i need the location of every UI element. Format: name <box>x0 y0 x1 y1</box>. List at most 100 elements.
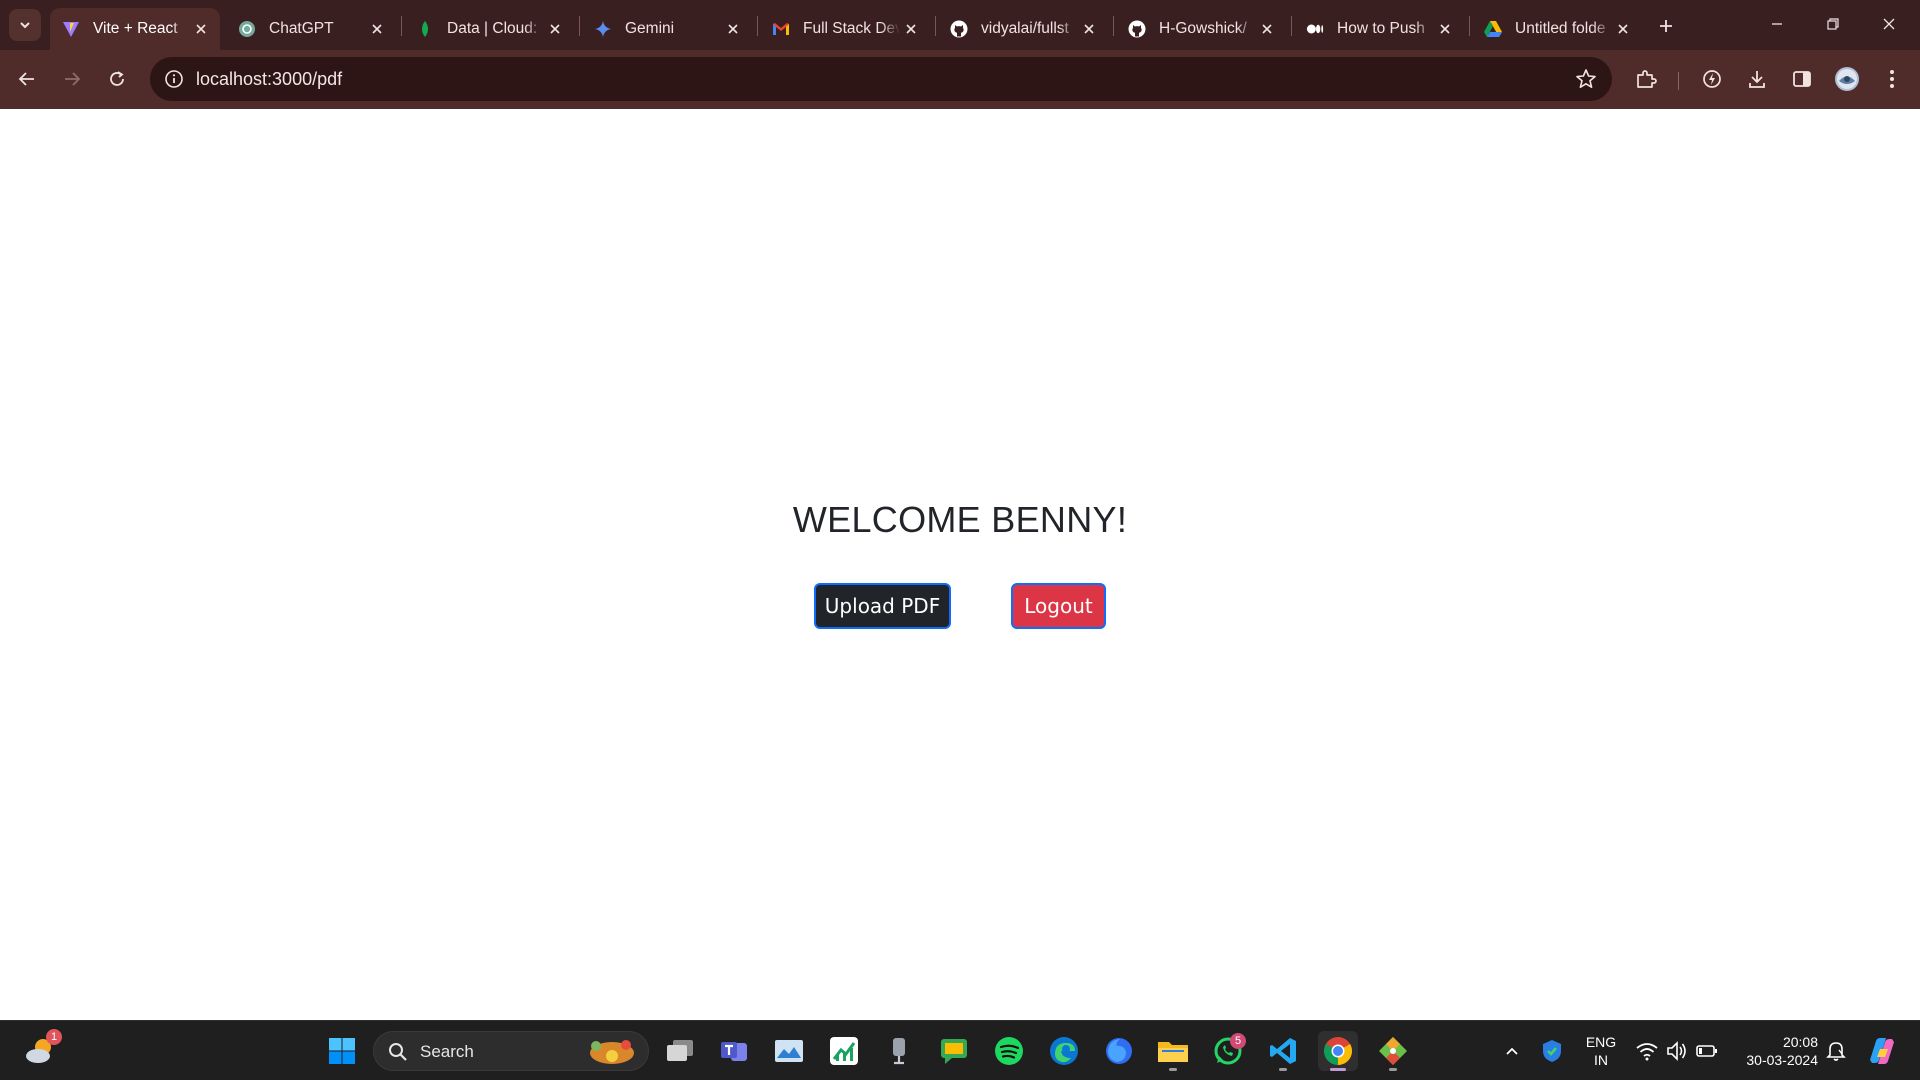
bell-icon <box>1826 1042 1846 1061</box>
battery-icon <box>1696 1045 1717 1057</box>
extensions-button[interactable] <box>1629 62 1663 96</box>
download-icon <box>1749 71 1765 88</box>
taskbar-file-explorer[interactable] <box>1153 1031 1193 1071</box>
tab-title: Full Stack Dev <box>803 20 900 37</box>
taskbar-teams[interactable] <box>714 1031 754 1071</box>
new-tab-button[interactable] <box>1652 12 1680 40</box>
tab-gmail[interactable]: Full Stack Dev <box>760 8 930 50</box>
puzzle-icon <box>1637 70 1657 88</box>
taskbar-photos[interactable] <box>769 1031 809 1071</box>
address-bar[interactable]: localhost:3000/pdf <box>150 57 1612 101</box>
close-icon[interactable] <box>366 18 388 40</box>
tab-title: Gemini <box>625 20 675 37</box>
copilot-button[interactable] <box>1862 1031 1902 1071</box>
search-icon <box>389 1043 407 1061</box>
chatgpt-icon <box>238 20 256 38</box>
task-view-icon <box>667 1040 693 1061</box>
taskbar-task-view[interactable] <box>660 1031 700 1071</box>
tab-google-drive[interactable]: Untitled folde <box>1472 8 1642 50</box>
medium-icon <box>1306 20 1324 38</box>
restore-icon <box>1827 18 1839 30</box>
spotify-icon <box>995 1037 1023 1065</box>
side-panel-icon <box>1793 71 1811 87</box>
close-icon[interactable] <box>1256 18 1278 40</box>
tab-separator <box>401 16 402 36</box>
taskbar-chat[interactable] <box>934 1031 974 1071</box>
tab-separator <box>1291 16 1292 36</box>
welcome-heading: WELCOME BENNY! <box>792 499 1128 540</box>
tab-title: How to Push <box>1337 20 1425 37</box>
taskbar-stocks[interactable] <box>824 1031 864 1071</box>
upload-pdf-button[interactable]: Upload PDF <box>814 583 951 629</box>
tab-github-vidyalai[interactable]: vidyalai/fullst <box>938 8 1108 50</box>
taskbar-vscode[interactable] <box>1263 1031 1303 1071</box>
minimize-icon <box>1772 23 1782 25</box>
close-icon[interactable] <box>1434 18 1456 40</box>
vscode-icon <box>1270 1038 1296 1064</box>
close-icon[interactable] <box>1612 18 1634 40</box>
bookmark-star-icon[interactable] <box>1574 67 1598 91</box>
close-icon[interactable] <box>1078 18 1100 40</box>
taskbar-edge[interactable] <box>1044 1031 1084 1071</box>
volume-icon <box>1667 1041 1686 1061</box>
tab-mongodb[interactable]: Data | Cloud: <box>404 8 574 50</box>
close-icon[interactable] <box>900 18 922 40</box>
search-highlight-icon <box>590 1040 634 1064</box>
start-button[interactable] <box>322 1031 362 1071</box>
tab-search-button[interactable] <box>9 9 41 41</box>
tab-separator <box>757 16 758 36</box>
tab-gemini[interactable]: Gemini <box>582 8 752 50</box>
google-drive-icon <box>1484 20 1502 38</box>
taskbar-search[interactable]: Search <box>373 1031 649 1071</box>
clock[interactable]: 20:08 30-03-2024 <box>1724 1031 1818 1071</box>
tab-title: H-Gowshick/ <box>1159 20 1247 37</box>
git-icon <box>1379 1037 1407 1065</box>
arrow-left-icon <box>18 72 34 86</box>
security-tray-button[interactable] <box>1534 1031 1570 1071</box>
page-content: WELCOME BENNY! Upload PDF Logout <box>0 109 1920 1020</box>
close-window-button[interactable] <box>1866 6 1912 42</box>
arrow-right-icon <box>65 72 81 86</box>
close-icon <box>1883 18 1895 30</box>
tab-medium[interactable]: How to Push <box>1294 8 1464 50</box>
taskbar-git-tool[interactable] <box>1373 1031 1413 1071</box>
chrome-menu-button[interactable] <box>1875 62 1909 96</box>
site-info-icon[interactable] <box>160 65 188 93</box>
minimize-button[interactable] <box>1754 6 1800 42</box>
taskbar-chrome[interactable] <box>1318 1031 1358 1071</box>
taskbar-recorder[interactable] <box>879 1031 919 1071</box>
taskbar-whatsapp[interactable]: 5 <box>1208 1031 1248 1071</box>
address-url[interactable]: localhost:3000/pdf <box>196 69 342 90</box>
language-line2: IN <box>1594 1052 1608 1068</box>
close-icon[interactable] <box>722 18 744 40</box>
gmail-icon <box>772 20 790 38</box>
restore-button[interactable] <box>1810 6 1856 42</box>
show-hidden-icons-button[interactable] <box>1494 1031 1530 1071</box>
close-icon[interactable] <box>190 18 212 40</box>
notifications-button[interactable] <box>1818 1031 1854 1071</box>
speed-icon <box>1703 70 1721 88</box>
profile-button[interactable] <box>1830 62 1864 96</box>
tab-github-gowshick[interactable]: H-Gowshick/ <box>1116 8 1286 50</box>
weather-widget[interactable]: 1 <box>20 1029 62 1071</box>
back-button[interactable] <box>10 62 44 96</box>
language-indicator[interactable]: ENG IN <box>1578 1031 1624 1071</box>
close-icon[interactable] <box>544 18 566 40</box>
tab-vite-react[interactable]: Vite + React <box>50 8 220 50</box>
copilot-icon <box>1870 1038 1894 1064</box>
tab-title: Data | Cloud: <box>447 20 538 37</box>
downloads-button[interactable] <box>1740 62 1774 96</box>
reload-button[interactable] <box>100 62 134 96</box>
quick-settings-button[interactable] <box>1628 1031 1720 1071</box>
mongodb-icon <box>416 20 434 38</box>
taskbar-firefox[interactable] <box>1099 1031 1139 1071</box>
tab-strip: Vite + React ChatGPT Data | Cloud: Gemin… <box>0 0 1920 50</box>
taskbar-spotify[interactable] <box>989 1031 1029 1071</box>
wifi-icon <box>1636 1043 1658 1061</box>
side-panel-button[interactable] <box>1785 62 1819 96</box>
performance-button[interactable] <box>1695 62 1729 96</box>
logout-button[interactable]: Logout <box>1011 583 1106 629</box>
forward-button[interactable] <box>55 62 89 96</box>
tab-chatgpt[interactable]: ChatGPT <box>226 8 396 50</box>
photos-icon <box>775 1040 803 1062</box>
